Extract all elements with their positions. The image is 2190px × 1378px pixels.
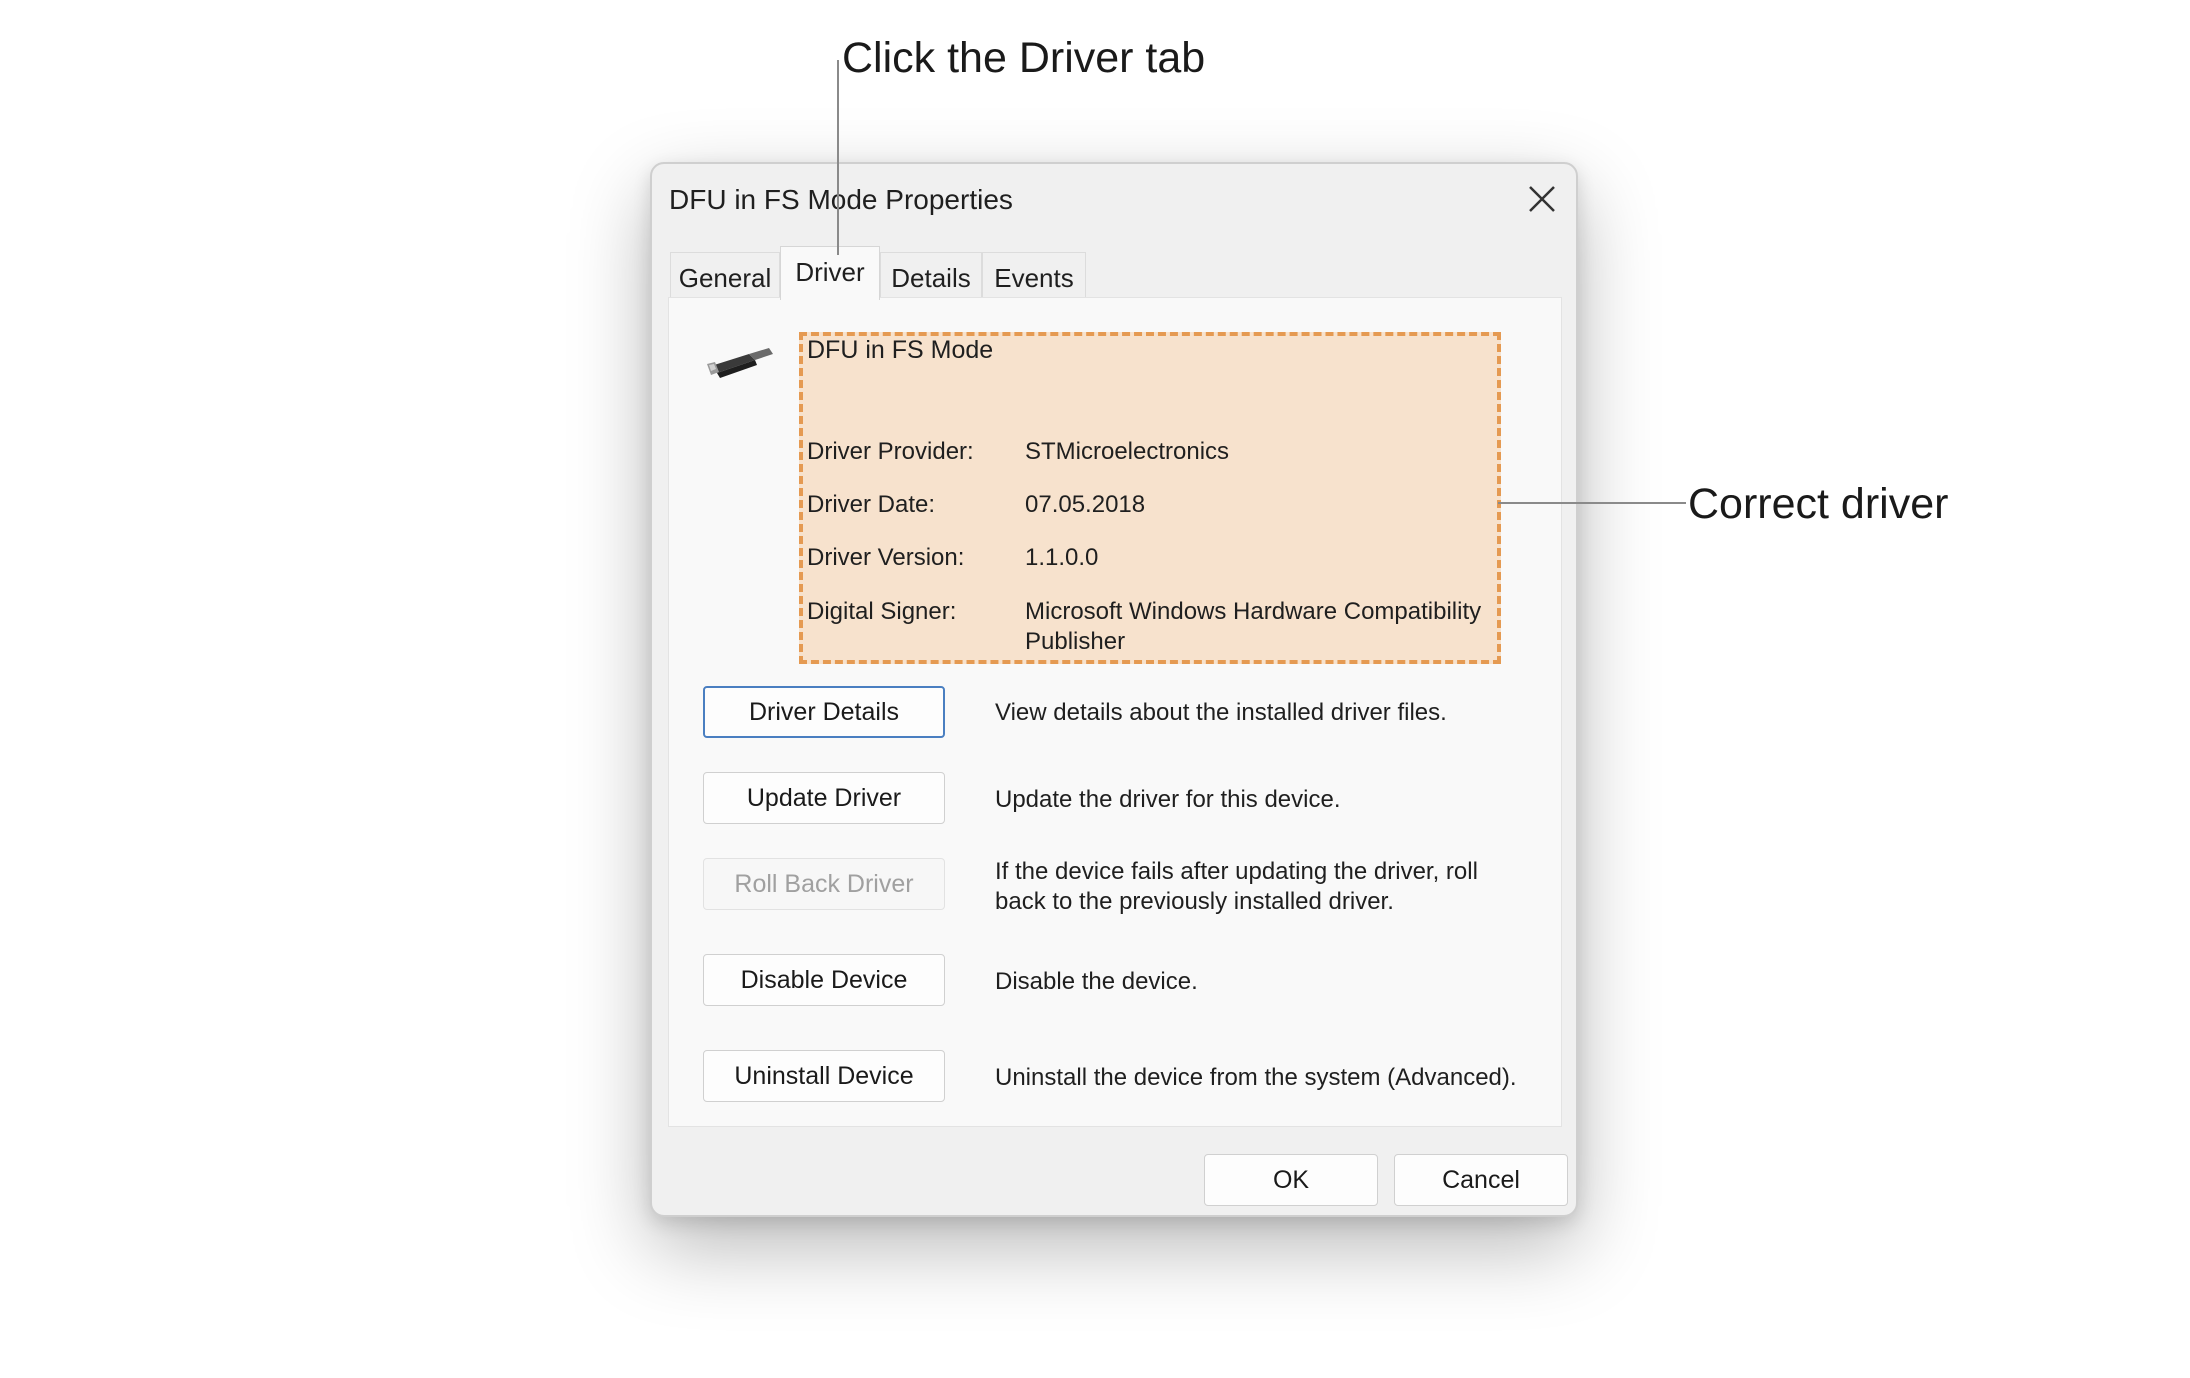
info-value-date: 07.05.2018: [1025, 491, 1146, 518]
uninstall-device-button[interactable]: Uninstall Device: [703, 1050, 945, 1102]
driver-details-description: View details about the installed driver …: [995, 699, 1447, 726]
tab-details[interactable]: Details: [880, 252, 982, 298]
tab-events[interactable]: Events: [982, 252, 1086, 298]
roll-back-driver-description-line2: back to the previously installed driver.: [995, 888, 1394, 915]
info-value-version: 1.1.0.0: [1025, 544, 1099, 571]
callout-driver-tab-line: [837, 60, 839, 255]
callout-driver-tab: Click the Driver tab: [842, 34, 1206, 82]
ok-button[interactable]: OK: [1204, 1154, 1378, 1206]
properties-dialog: DFU in FS Mode Properties General Driver…: [650, 162, 1578, 1217]
disable-device-description: Disable the device.: [995, 968, 1198, 995]
info-value-signer-line2: Publisher: [1025, 628, 1126, 655]
info-label-date: Driver Date:: [807, 491, 936, 518]
update-driver-button[interactable]: Update Driver: [703, 772, 945, 824]
callout-correct-driver: Correct driver: [1688, 480, 1949, 528]
info-label-provider: Driver Provider:: [807, 438, 974, 465]
cancel-button[interactable]: Cancel: [1394, 1154, 1568, 1206]
roll-back-driver-description: If the device fails after updating the d…: [995, 858, 1478, 885]
info-value-provider: STMicroelectronics: [1025, 438, 1230, 465]
update-driver-description: Update the driver for this device.: [995, 786, 1341, 813]
callout-correct-driver-line: [1498, 502, 1686, 504]
dialog-title: DFU in FS Mode Properties: [669, 184, 1013, 215]
driver-details-button[interactable]: Driver Details: [703, 686, 945, 738]
tab-general[interactable]: General: [670, 252, 780, 298]
driver-panel: DFU in FS Mode Driver Provider: STMicroe…: [668, 297, 1562, 1127]
usb-device-icon: [705, 342, 775, 382]
info-label-version: Driver Version:: [807, 544, 965, 571]
info-label-signer: Digital Signer:: [807, 598, 957, 625]
roll-back-driver-button: Roll Back Driver: [703, 858, 945, 910]
info-value-signer: Microsoft Windows Hardware Compatibility: [1025, 598, 1482, 625]
uninstall-device-description: Uninstall the device from the system (Ad…: [995, 1064, 1517, 1091]
close-icon[interactable]: [1522, 179, 1562, 219]
tab-driver[interactable]: Driver: [780, 246, 880, 300]
device-name: DFU in FS Mode: [807, 336, 994, 364]
disable-device-button[interactable]: Disable Device: [703, 954, 945, 1006]
